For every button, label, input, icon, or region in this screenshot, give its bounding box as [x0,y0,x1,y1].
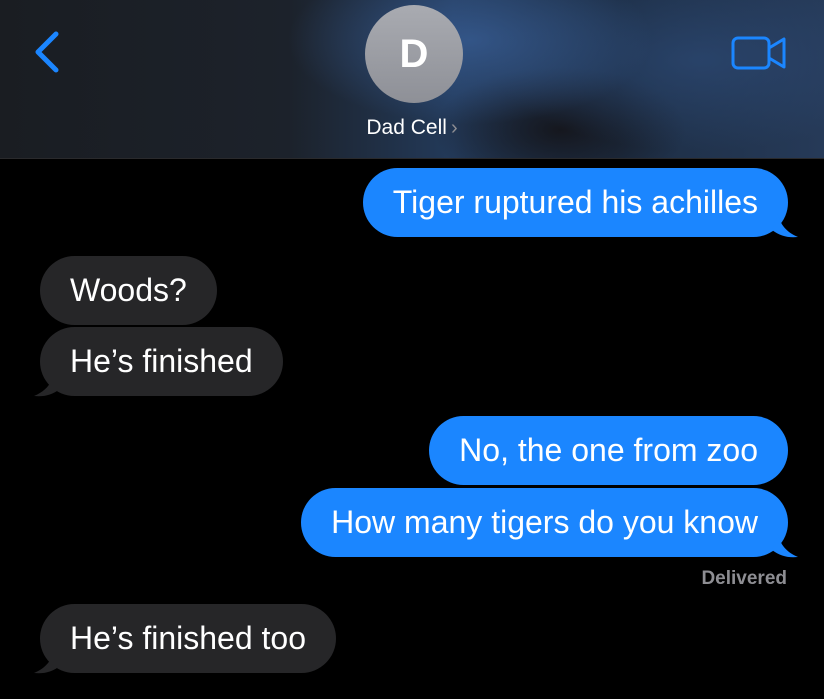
avatar-initial: D [399,31,429,76]
back-button[interactable] [26,28,66,76]
message-text: He’s finished [70,343,253,379]
video-camera-icon [731,36,786,70]
received-message-bubble[interactable]: Woods? [40,256,217,325]
chevron-right-icon: › [450,117,458,139]
message-text: No, the one from zoo [459,432,758,468]
contact-name: Dad Cell [366,116,447,139]
received-bubble-tail [34,373,60,397]
message-text: Tiger ruptured his achilles [392,184,758,220]
message-text: He’s finished too [70,620,306,656]
received-message-bubble[interactable]: He’s finished too [40,604,336,673]
sent-message-bubble[interactable]: No, the one from zoo [429,416,788,485]
conversation-header: D Dad Cell › [0,0,824,159]
sent-message-bubble[interactable]: How many tigers do you know [301,488,788,557]
sent-bubble-tail [772,214,798,238]
contact-avatar[interactable]: D [365,5,463,103]
facetime-video-button[interactable] [730,34,788,72]
chevron-left-icon [35,31,59,73]
sent-bubble-tail [772,534,798,558]
message-text: How many tigers do you know [331,504,758,540]
received-bubble-tail [34,650,60,674]
messages-screen: D Dad Cell › Tiger ruptured his achilles … [0,0,824,699]
contact-name-button[interactable]: Dad Cell › [0,116,824,140]
message-text: Woods? [70,272,187,308]
received-message-bubble[interactable]: He’s finished [40,327,283,396]
sent-message-bubble[interactable]: Tiger ruptured his achilles [362,168,788,237]
delivered-status: Delivered [701,568,787,589]
